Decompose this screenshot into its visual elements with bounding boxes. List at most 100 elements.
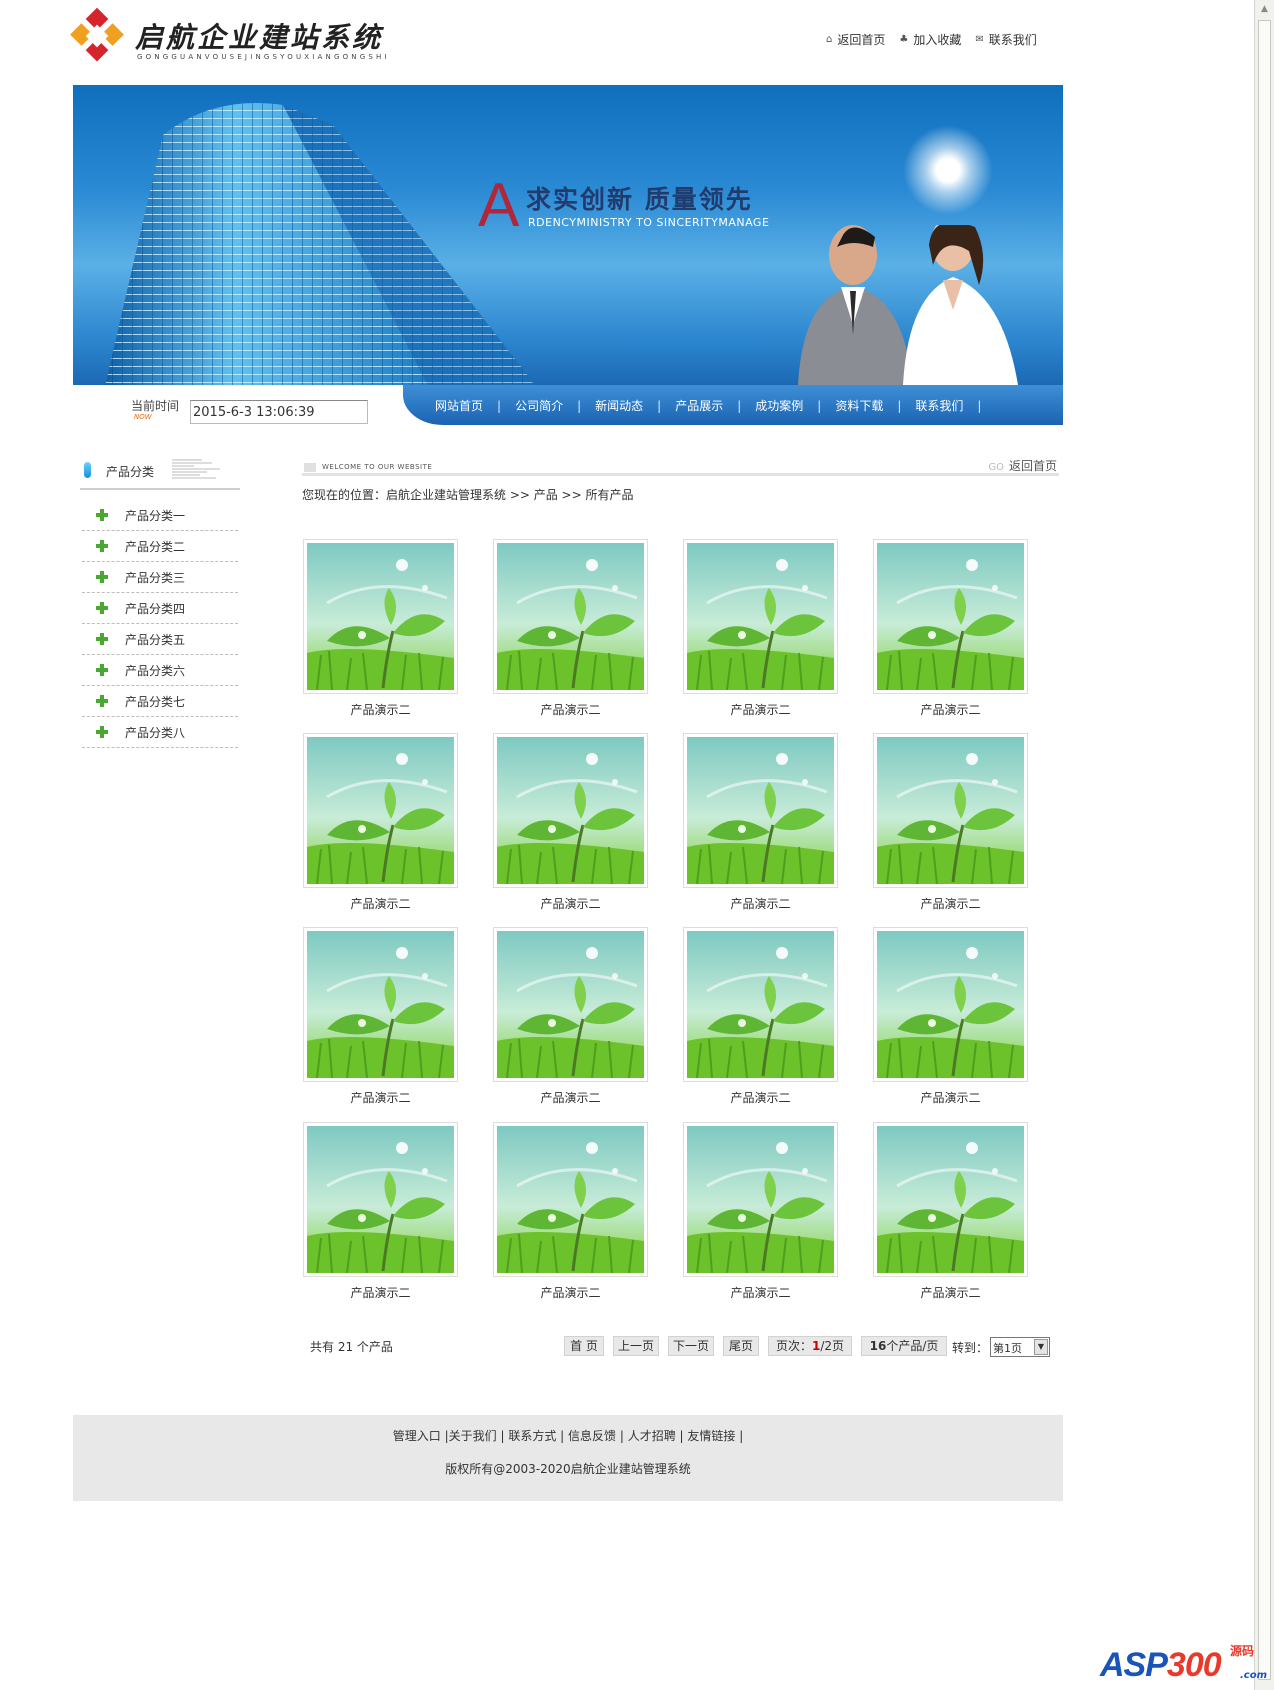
product-image[interactable]	[303, 539, 458, 694]
top-link-home[interactable]: ⌂ 返回首页	[826, 31, 885, 47]
product-name[interactable]: 产品演示二	[873, 701, 1028, 718]
nav-item-products[interactable]: 产品展示	[675, 397, 755, 414]
product-card[interactable]: 产品演示二	[873, 1122, 1028, 1302]
product-image[interactable]	[493, 1122, 648, 1277]
product-image[interactable]	[493, 733, 648, 888]
category-item[interactable]: 产品分类六	[82, 655, 238, 686]
top-links: ⌂ 返回首页 ♣ 加入收藏 ✉ 联系我们	[826, 31, 1037, 47]
product-card[interactable]: 产品演示二	[683, 927, 838, 1107]
product-name[interactable]: 产品演示二	[493, 701, 648, 718]
footer-link-about[interactable]: 关于我们	[449, 1429, 497, 1443]
next-page-button[interactable]: 下一页	[668, 1336, 714, 1356]
product-name[interactable]: 产品演示二	[683, 1089, 838, 1106]
product-card[interactable]: 产品演示二	[303, 733, 458, 913]
product-card[interactable]: 产品演示二	[683, 539, 838, 719]
first-page-button[interactable]: 首 页	[564, 1336, 604, 1356]
top-link-contact[interactable]: ✉ 联系我们	[975, 31, 1036, 47]
product-name[interactable]: 产品演示二	[303, 895, 458, 912]
product-name[interactable]: 产品演示二	[873, 1089, 1028, 1106]
page-total: /2页	[820, 1339, 845, 1353]
category-item[interactable]: 产品分类五	[82, 624, 238, 655]
footer-link-contact[interactable]: 联系方式	[508, 1429, 556, 1443]
product-card[interactable]: 产品演示二	[683, 733, 838, 913]
category-item[interactable]: 产品分类二	[82, 531, 238, 562]
category-item[interactable]: 产品分类一	[82, 500, 238, 531]
plus-icon	[95, 508, 109, 522]
back-home-label: 返回首页	[1008, 459, 1057, 473]
top-link-favorite[interactable]: ♣ 加入收藏	[899, 31, 961, 47]
product-card[interactable]: 产品演示二	[303, 1122, 458, 1302]
product-name[interactable]: 产品演示二	[303, 701, 458, 718]
vertical-scrollbar[interactable]: ▲	[1254, 0, 1274, 1690]
product-image[interactable]	[303, 927, 458, 1082]
per-page-indicator: 16个产品/页	[861, 1336, 947, 1356]
footer-link-feedback[interactable]: 信息反馈	[568, 1429, 616, 1443]
product-image[interactable]	[493, 539, 648, 694]
current-time-field[interactable]: 2015-6-3 13:06:39	[190, 400, 368, 424]
product-card[interactable]: 产品演示二	[493, 539, 648, 719]
slogan-english: RDENCYMINISTRY TO SINCERITYMANAGE	[528, 216, 770, 229]
pagination: 共有 21 个产品 首 页 上一页 下一页 尾页 页次：1/2页 16个产品/页…	[302, 1335, 1062, 1361]
product-image[interactable]	[683, 539, 838, 694]
product-name[interactable]: 产品演示二	[303, 1284, 458, 1301]
plus-icon	[95, 663, 109, 677]
page-select[interactable]: 第1页 ▼	[990, 1337, 1050, 1357]
site-logo[interactable]: 启航企业建站系统 GONGGUANVOUSEJINGSYOUXIANGONGSH…	[70, 7, 387, 68]
home-icon: ⌂	[826, 33, 833, 45]
scroll-up-arrow-icon[interactable]: ▲	[1258, 2, 1271, 16]
nav-item-cases[interactable]: 成功案例	[755, 397, 835, 414]
category-item[interactable]: 产品分类四	[82, 593, 238, 624]
product-name[interactable]: 产品演示二	[683, 701, 838, 718]
page-indicator: 页次：1/2页	[768, 1336, 852, 1356]
product-image[interactable]	[683, 1122, 838, 1277]
nav-item-contact[interactable]: 联系我们	[915, 397, 995, 414]
category-item[interactable]: 产品分类八	[82, 717, 238, 748]
back-home-link[interactable]: GO 返回首页	[988, 457, 1057, 474]
product-card[interactable]: 产品演示二	[873, 733, 1028, 913]
product-image[interactable]	[873, 539, 1028, 694]
category-item[interactable]: 产品分类七	[82, 686, 238, 717]
product-card[interactable]: 产品演示二	[303, 927, 458, 1107]
nav-item-downloads[interactable]: 资料下载	[835, 397, 915, 414]
footer: 管理入口 |关于我们 | 联系方式 | 信息反馈 | 人才招聘 | 友情链接 |…	[73, 1415, 1063, 1501]
product-image[interactable]	[683, 927, 838, 1082]
footer-link-admin[interactable]: 管理入口	[393, 1429, 441, 1443]
product-name[interactable]: 产品演示二	[493, 1284, 648, 1301]
product-card[interactable]: 产品演示二	[873, 539, 1028, 719]
product-card[interactable]: 产品演示二	[303, 539, 458, 719]
category-label: 产品分类五	[125, 632, 186, 647]
chevron-down-icon[interactable]: ▼	[1034, 1339, 1048, 1355]
product-name[interactable]: 产品演示二	[873, 895, 1028, 912]
product-name[interactable]: 产品演示二	[303, 1089, 458, 1106]
nav-item-home[interactable]: 网站首页	[435, 397, 515, 414]
nav-item-about[interactable]: 公司简介	[515, 397, 595, 414]
product-card[interactable]: 产品演示二	[493, 1122, 648, 1302]
last-page-button[interactable]: 尾页	[723, 1336, 759, 1356]
product-image[interactable]	[873, 927, 1028, 1082]
footer-link-friends[interactable]: 友情链接	[687, 1429, 735, 1443]
category-item[interactable]: 产品分类三	[82, 562, 238, 593]
product-card[interactable]: 产品演示二	[683, 1122, 838, 1302]
product-name[interactable]: 产品演示二	[873, 1284, 1028, 1301]
product-image[interactable]	[873, 733, 1028, 888]
product-card[interactable]: 产品演示二	[873, 927, 1028, 1107]
product-image[interactable]	[683, 733, 838, 888]
footer-link-jobs[interactable]: 人才招聘	[628, 1429, 676, 1443]
prev-page-button[interactable]: 上一页	[613, 1336, 659, 1356]
nav-item-news[interactable]: 新闻动态	[595, 397, 675, 414]
product-name[interactable]: 产品演示二	[493, 895, 648, 912]
product-card[interactable]: 产品演示二	[493, 927, 648, 1107]
product-image[interactable]	[303, 1122, 458, 1277]
slogan-letter: A	[478, 171, 520, 240]
product-image[interactable]	[873, 1122, 1028, 1277]
page-select-value: 第1页	[993, 1342, 1022, 1355]
product-name[interactable]: 产品演示二	[683, 895, 838, 912]
scrollbar-thumb[interactable]	[1258, 20, 1271, 1680]
category-list: 产品分类一 产品分类二 产品分类三 产品分类四 产品分类五 产品分类六 产品分类…	[82, 500, 238, 748]
product-name[interactable]: 产品演示二	[683, 1284, 838, 1301]
product-image[interactable]	[493, 927, 648, 1082]
product-name[interactable]: 产品演示二	[493, 1089, 648, 1106]
sidebar-header: 产品分类	[80, 458, 240, 490]
product-image[interactable]	[303, 733, 458, 888]
product-card[interactable]: 产品演示二	[493, 733, 648, 913]
